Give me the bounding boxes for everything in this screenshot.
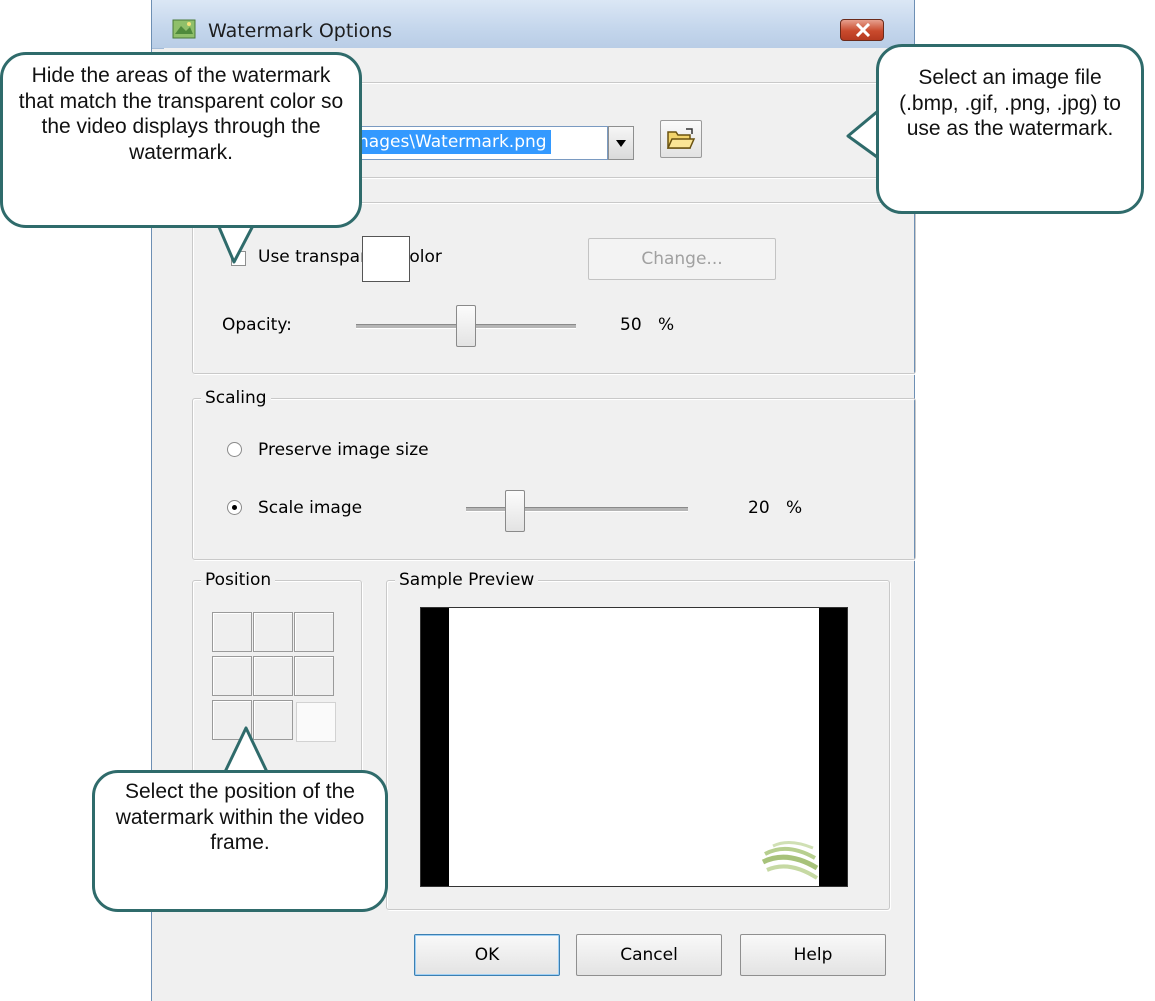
window-title: Watermark Options [208, 20, 393, 42]
scale-value: 20 [748, 498, 770, 518]
preview-watermark-image [761, 841, 819, 880]
preserve-size-radio[interactable] [227, 442, 242, 457]
preview-group-label: Sample Preview [395, 570, 539, 590]
cancel-button-label: Cancel [620, 945, 678, 965]
scale-image-radio[interactable] [227, 500, 242, 515]
opacity-slider-thumb[interactable] [456, 305, 476, 347]
preview-letterbox-left [421, 608, 449, 886]
opacity-value: 50 [620, 315, 642, 335]
position-middle-center[interactable] [253, 656, 293, 696]
position-middle-left[interactable] [212, 656, 252, 696]
position-bottom-right[interactable] [296, 702, 336, 742]
close-button[interactable] [840, 19, 884, 41]
browse-button[interactable] [660, 120, 702, 158]
position-top-left[interactable] [212, 612, 252, 652]
path-dropdown-button[interactable] [608, 126, 634, 160]
scaling-group-label: Scaling [201, 388, 271, 408]
position-top-center[interactable] [253, 612, 293, 652]
scale-image-label[interactable]: Scale image [258, 498, 362, 518]
change-color-button[interactable]: Change... [588, 238, 776, 280]
position-top-right[interactable] [294, 612, 334, 652]
transparent-callout-tail [214, 216, 260, 264]
position-callout: Select the position of the watermark wit… [92, 770, 388, 912]
scale-slider-thumb[interactable] [505, 490, 525, 532]
scale-unit: % [786, 498, 803, 518]
transparent-callout-text: Hide the areas of the watermark that mat… [18, 64, 344, 164]
watermark-app-icon [172, 19, 196, 39]
cancel-button[interactable]: Cancel [576, 934, 722, 976]
sample-preview [420, 607, 848, 887]
image-file-callout-text: Select an image file (.bmp, .gif, .png, … [899, 66, 1121, 141]
position-callout-text: Select the position of the watermark wit… [115, 780, 365, 855]
ok-button[interactable]: OK [414, 934, 560, 976]
opacity-unit: % [658, 315, 675, 335]
position-middle-right[interactable] [294, 656, 334, 696]
change-color-label: Change... [641, 249, 723, 269]
image-file-callout: Select an image file (.bmp, .gif, .png, … [876, 44, 1144, 214]
opacity-label: Opacity: [222, 315, 292, 335]
use-transparent-label[interactable]: Use transparent color [258, 247, 442, 267]
open-folder-icon [666, 128, 696, 149]
position-group-label: Position [201, 570, 276, 590]
help-button-label: Help [793, 945, 833, 965]
title-bar[interactable]: Watermark Options [152, 0, 914, 49]
preview-letterbox-right [819, 608, 847, 886]
transparent-color-swatch [362, 236, 410, 282]
close-icon [855, 23, 871, 37]
transparent-color-callout: Hide the areas of the watermark that mat… [0, 52, 362, 228]
scaling-group: Scaling [192, 388, 916, 560]
preserve-size-label[interactable]: Preserve image size [258, 440, 429, 460]
scale-slider-track[interactable] [466, 507, 688, 512]
ok-button-label: OK [474, 945, 500, 965]
help-button[interactable]: Help [740, 934, 886, 976]
